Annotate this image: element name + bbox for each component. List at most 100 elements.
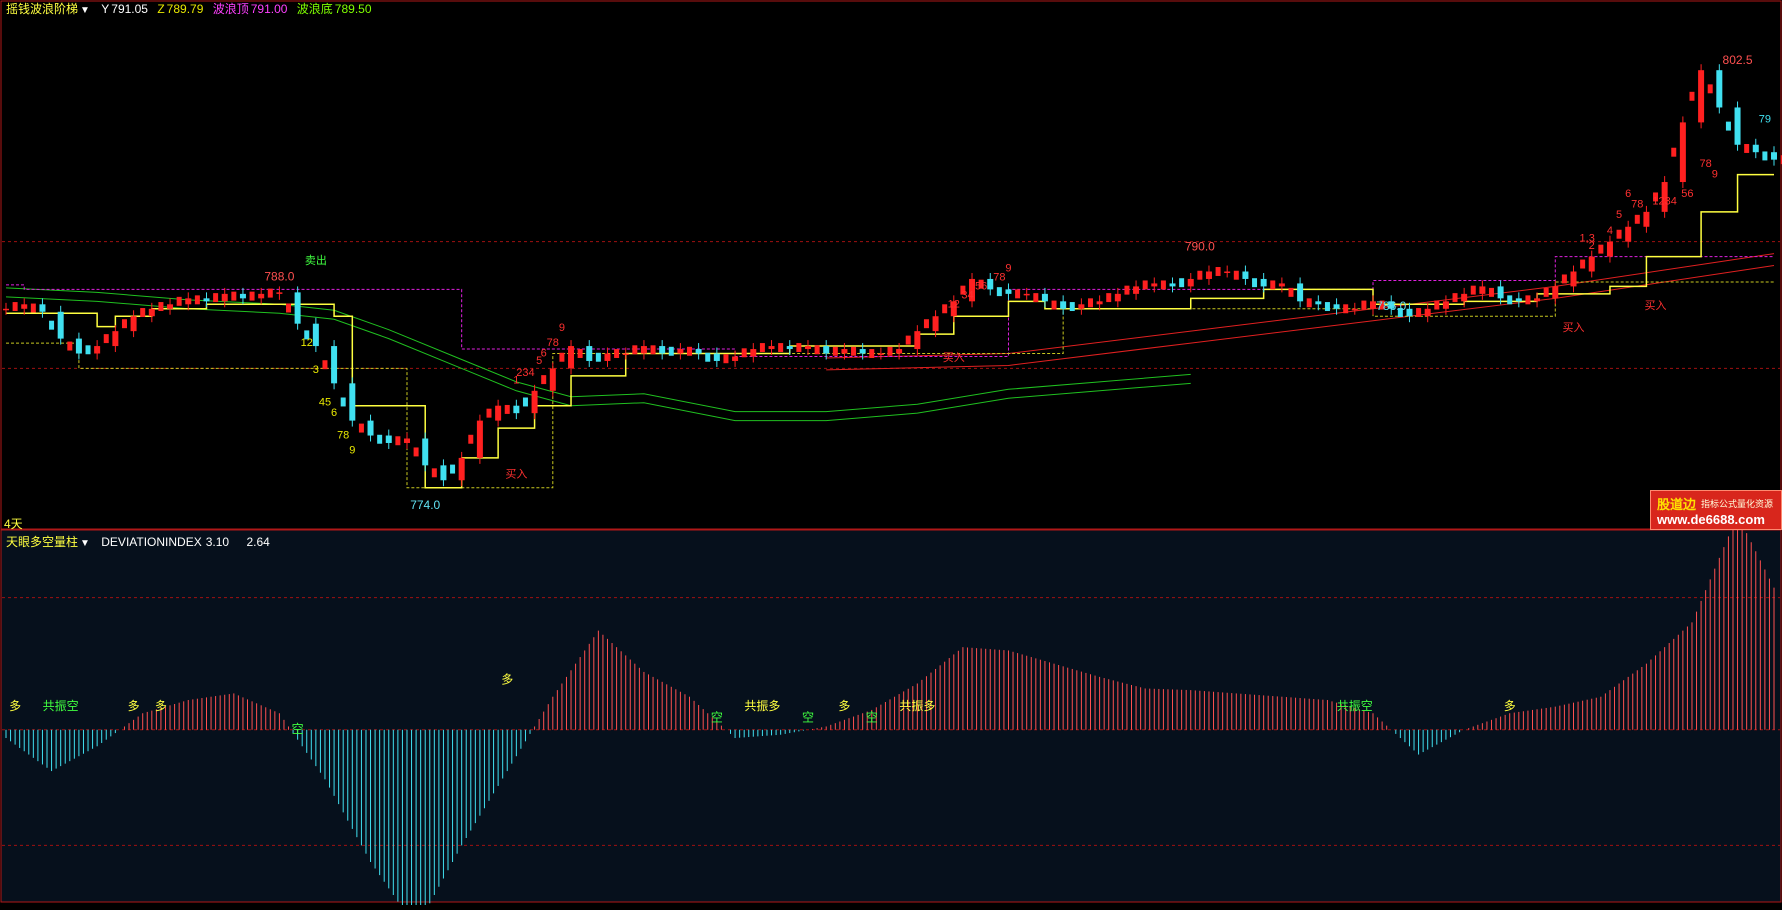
candle-body (1015, 289, 1021, 299)
candle-body (1479, 286, 1486, 294)
logo-title: 股道边 (1657, 497, 1697, 512)
candle-body (1616, 229, 1622, 239)
candle-body (1297, 283, 1304, 302)
candle-body (1005, 289, 1012, 294)
candle-body (1452, 293, 1458, 303)
candle-body (1707, 84, 1713, 94)
candle-body (1762, 151, 1768, 161)
signal-annotation: 34 (961, 289, 973, 301)
candle-body (450, 464, 456, 474)
candle-body (723, 354, 729, 364)
candle-body (713, 353, 720, 361)
histogram-label: 多 (9, 699, 21, 713)
candle-body (1361, 300, 1367, 310)
deviation-value: 3.10 (205, 535, 230, 549)
candle-body (851, 346, 857, 356)
candle-body (1160, 280, 1166, 290)
candle-body (1324, 302, 1330, 312)
candle-body (1497, 286, 1504, 299)
signal-annotation: 56 (1681, 188, 1693, 200)
candle-body (312, 323, 319, 347)
signal-annotation: 6 (331, 407, 337, 419)
candle-body (39, 304, 46, 312)
signal-annotation: 3 (313, 364, 319, 376)
bottom-indicator-name[interactable]: 天眼多空量柱 (6, 535, 78, 549)
candle-body (158, 302, 164, 312)
value-z: 789.79 (166, 2, 204, 16)
candle-body (1434, 300, 1440, 310)
candle-body (249, 291, 255, 301)
candle-body (422, 438, 429, 466)
candle-body (604, 353, 611, 361)
candle-body (586, 346, 593, 361)
candle-body (687, 346, 693, 356)
chevron-down-icon[interactable]: ▼ (80, 538, 90, 549)
candle-body (1114, 293, 1121, 302)
candle-body (859, 349, 866, 354)
candle-body (640, 346, 647, 354)
candle-body (1224, 271, 1231, 273)
candle-body (577, 349, 583, 358)
candle-body (340, 397, 346, 407)
candle-body (568, 346, 575, 369)
candle-body (1133, 286, 1140, 294)
candle-body (1288, 287, 1294, 297)
wave-bottom-label: 波浪底 (296, 2, 333, 16)
signal-annotation: 79 (1759, 113, 1771, 125)
candle-body (221, 293, 228, 302)
price-chart-svg[interactable]: 788.0774.0790.0786.0802.5卖出买入买入买入买入12345… (0, 0, 1782, 910)
candle-body (213, 293, 219, 303)
candle-body (1416, 308, 1422, 317)
candle-body (942, 304, 948, 314)
candle-body (650, 345, 656, 355)
candle-body (1333, 304, 1340, 309)
candle-body (1260, 278, 1267, 287)
candle-body (1041, 293, 1048, 302)
candle-body (3, 308, 9, 311)
candle-body (495, 405, 502, 421)
candle-body (595, 352, 601, 362)
candle-body (258, 293, 265, 299)
candle-body (395, 436, 401, 446)
deviation-value-2: 2.64 (246, 535, 270, 549)
candle-body (458, 457, 465, 481)
signal-annotation: 78 (337, 430, 349, 442)
candle-body (1179, 278, 1185, 288)
chevron-down-icon[interactable]: ▼ (80, 5, 90, 16)
top-indicator-name[interactable]: 摇钱波浪阶梯 (6, 2, 78, 16)
candle-body (185, 298, 192, 305)
candle-body (403, 438, 410, 443)
stock-chart-window: 788.0 774.0 790.0 786.0 802.5 卖出 买入 买入 买入 买入 12 3 45… (0, 0, 1782, 910)
ma-line-2 (5, 287, 1191, 413)
wave-top-label: 波浪顶 (212, 2, 249, 16)
candle-body (804, 346, 811, 350)
candle-body (1561, 274, 1567, 284)
candle-body (1698, 70, 1705, 123)
candle-body (677, 349, 684, 354)
candle-body (932, 316, 939, 332)
candle-body (140, 308, 146, 317)
candle-body (1424, 308, 1431, 317)
candle-body (1689, 91, 1695, 101)
candle-body (541, 375, 547, 385)
watermark-logo: 股道边 指标公式量化资源 www.de6688.com (1650, 490, 1782, 530)
candle-body (276, 292, 283, 294)
candle-body (1525, 295, 1531, 305)
candle-body (57, 311, 64, 339)
candle-body (1124, 285, 1130, 295)
candle-body (1023, 293, 1030, 296)
price-label: 786.0 (1376, 299, 1406, 313)
candle-body (413, 447, 419, 457)
candle-body (1598, 244, 1604, 254)
histogram-label: 多 (838, 699, 850, 713)
candle-body (1142, 280, 1148, 290)
candle-body (1187, 278, 1194, 287)
candle-body (239, 293, 246, 299)
histogram-label: 共振空 (1337, 699, 1373, 713)
candle-body (94, 346, 101, 354)
candle-body (1734, 107, 1741, 145)
candle-body (1744, 144, 1750, 153)
signal-annotation: 买入 (1645, 299, 1667, 312)
logo-subtitle: 指标公式量化资源 (1701, 499, 1774, 509)
candle-body (823, 346, 830, 354)
